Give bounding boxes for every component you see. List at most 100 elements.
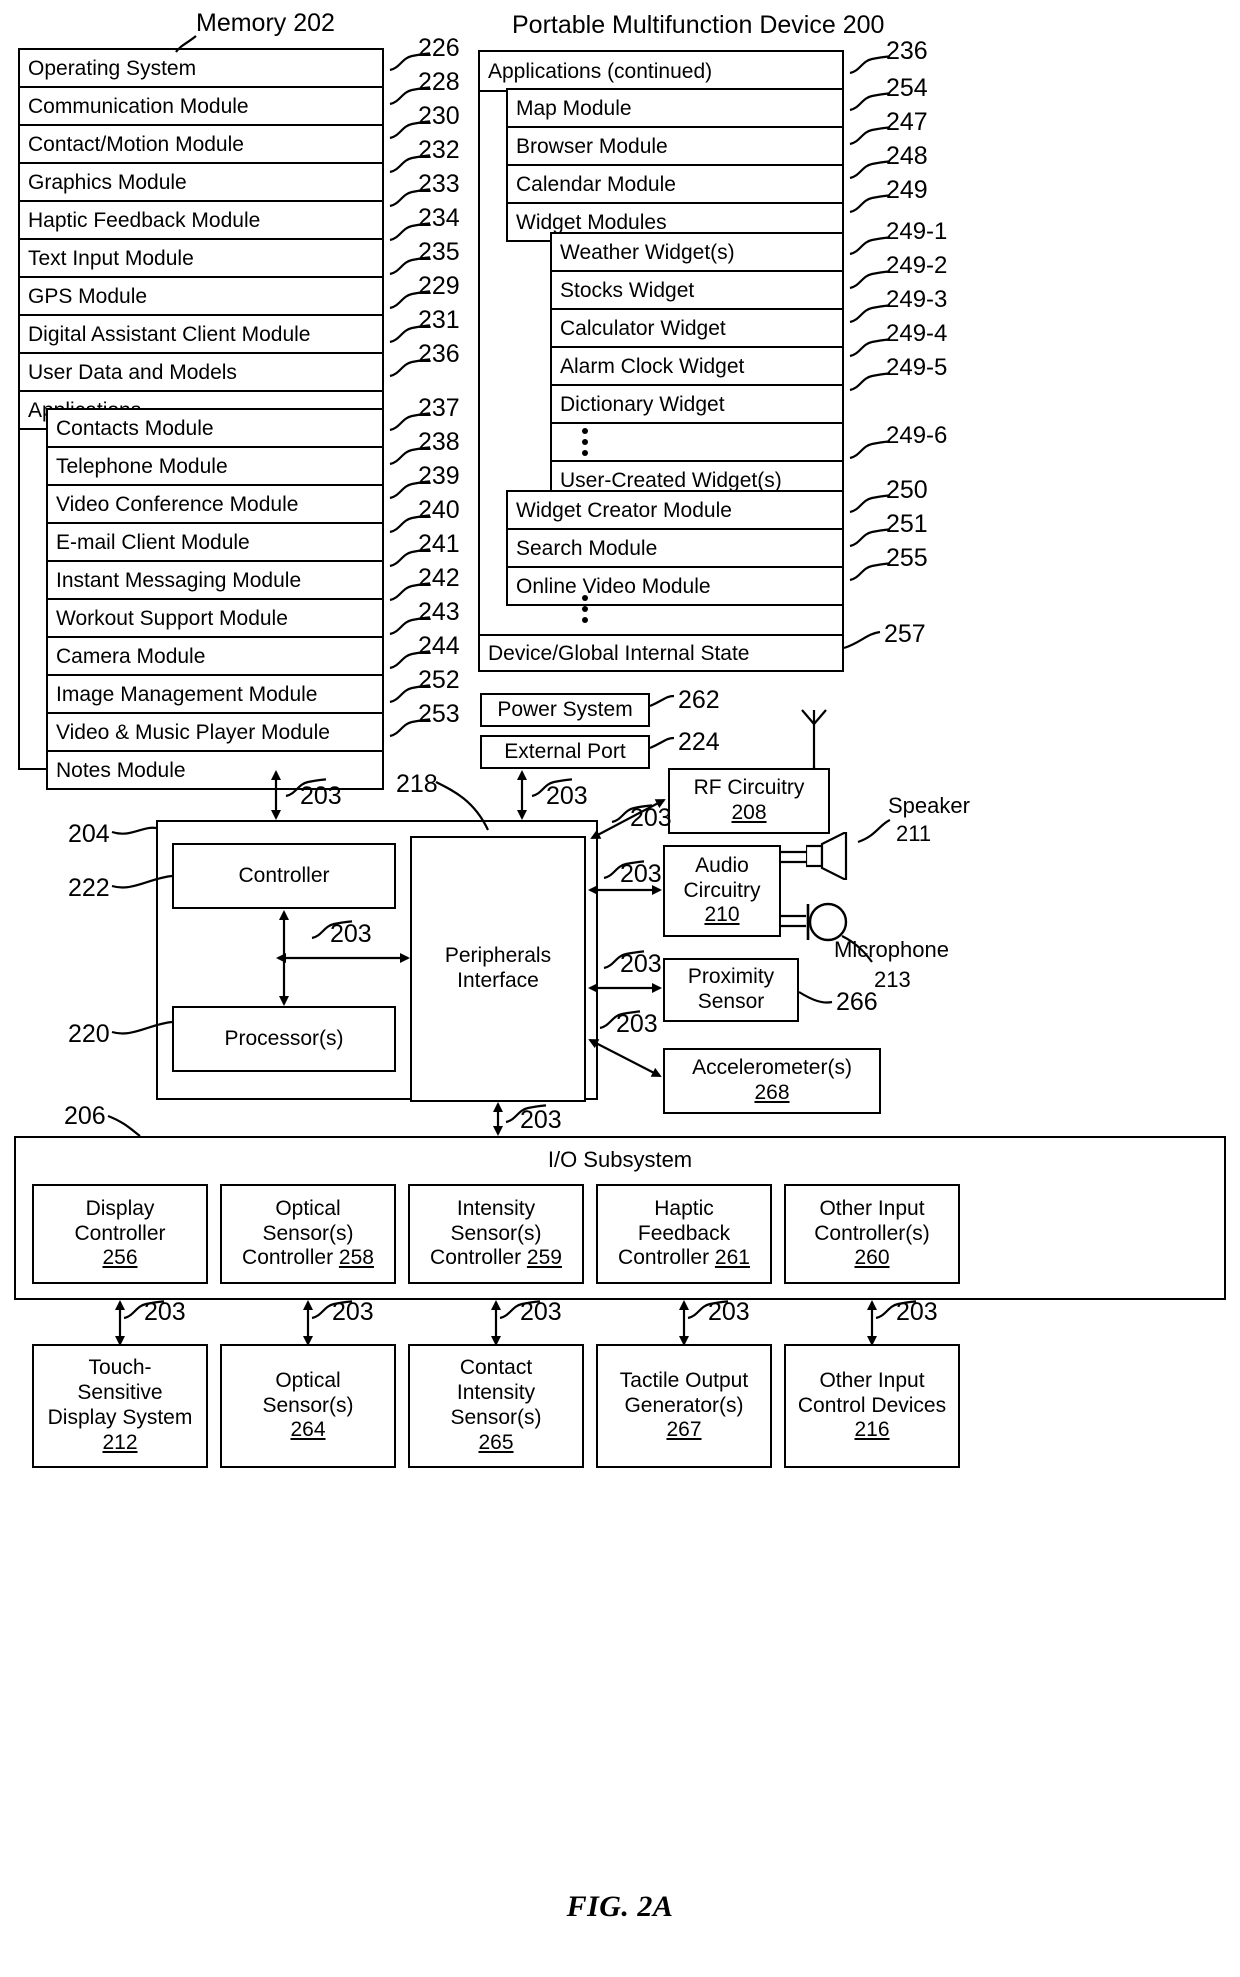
memory-module-label: Haptic Feedback Module [28, 208, 261, 232]
ref-236: 236 [418, 340, 460, 368]
io-controller-label: Sensor(s) [450, 1221, 542, 1245]
memory-module-label: Contact/Motion Module [28, 132, 244, 156]
power-system-label: Power System [497, 697, 633, 721]
ref-266: 266 [836, 988, 878, 1016]
io-controller-label: Optical [275, 1196, 341, 1220]
processors-label: Processor(s) [224, 1026, 344, 1050]
application-module-label: Workout Support Module [56, 606, 288, 630]
memory-module-label: Digital Assistant Client Module [28, 322, 311, 346]
io-device-label: Intensity [456, 1381, 536, 1405]
bus-label-203: 203 [620, 860, 662, 888]
ref-204: 204 [68, 820, 110, 848]
figure-label: FIG. 2A [566, 1890, 674, 1923]
io-device-label: Control Devices [797, 1393, 947, 1417]
proximity-sensor-label-line2: Sensor [697, 990, 765, 1013]
bus-label-203: 203 [620, 950, 662, 978]
ref-228: 228 [418, 68, 460, 96]
bus-label-203: 203 [332, 1298, 374, 1326]
widget-row: Alarm Clock Widget [550, 348, 844, 386]
device-title: Portable Multifunction Device 200 [512, 11, 885, 39]
ref-240: 240 [418, 496, 460, 524]
ref-233: 233 [418, 170, 460, 198]
io-device-box-264: Optical Sensor(s) 264 [220, 1344, 396, 1468]
device-global-internal-state-label: Device/Global Internal State [488, 641, 750, 665]
application-continued-row: Calendar Module [506, 166, 844, 204]
application-module-label: Video Conference Module [56, 492, 299, 516]
rf-circuitry-label: RF Circuitry [693, 776, 805, 800]
memory-module-label: User Data and Models [28, 360, 237, 384]
memory-module-row: Contact/Motion Module [18, 126, 384, 164]
memory-module-list: Operating System Communication Module Cont… [18, 48, 384, 430]
bus-label-203: 203 [520, 1298, 562, 1326]
audio-circuitry-number: 210 [704, 903, 740, 927]
ref-243: 243 [418, 598, 460, 626]
io-device-number: 264 [290, 1418, 326, 1442]
ref-232: 232 [418, 136, 460, 164]
io-controller-label: Intensity [456, 1196, 536, 1220]
application-module-label: Telephone Module [56, 454, 228, 478]
ref-236: 236 [886, 37, 928, 65]
application-continued-row: Widget Creator Module [506, 490, 844, 530]
io-controller-label: Feedback [637, 1221, 731, 1245]
io-device-box-216: Other Input Control Devices 216 [784, 1344, 960, 1468]
io-controller-label: Controller [74, 1221, 166, 1245]
io-device-label: Optical [275, 1368, 341, 1392]
applications-continued-header-row: Applications (continued) [478, 50, 844, 92]
ref-231: 231 [418, 306, 460, 334]
widget-label: Weather Widget(s) [560, 240, 735, 264]
speaker-number: 211 [896, 821, 932, 846]
application-module-row: Workout Support Module [46, 600, 384, 638]
ref-248: 248 [886, 142, 928, 170]
ref-249-6: 249-6 [886, 422, 948, 449]
applications-continued-tail: Widget Creator Module Search Module Online… [506, 490, 844, 606]
application-module-label: Instant Messaging Module [56, 568, 302, 592]
application-module-row: Instant Messaging Module [46, 562, 384, 600]
external-port-label: External Port [504, 739, 626, 763]
peripherals-interface-label-line2: Interface [457, 969, 539, 992]
memory-title: Memory 202 [196, 9, 335, 37]
rf-circuitry-number: 208 [731, 801, 767, 824]
ref-262: 262 [678, 686, 720, 714]
io-device-box-212: Touch- Sensitive Display System 212 [32, 1344, 208, 1468]
application-module-label: Notes Module [56, 758, 186, 782]
ref-224: 224 [678, 728, 720, 756]
io-controller-number: Controller 258 [242, 1246, 374, 1270]
patent-figure-2a: Memory 202 Portable Multifunction Device… [0, 0, 1240, 1977]
io-controller-number: 256 [102, 1246, 138, 1270]
application-continued-label: Widget Creator Module [516, 498, 732, 522]
ref-235: 235 [418, 238, 460, 266]
ref-251: 251 [886, 510, 928, 538]
memory-module-label: Communication Module [28, 94, 249, 118]
io-device-label: Contact [459, 1356, 533, 1380]
io-device-label: Sensor(s) [262, 1393, 354, 1417]
peripherals-interface-box: Peripherals Interface [410, 836, 586, 1102]
memory-module-label: Operating System [28, 56, 197, 80]
widget-label: Dictionary Widget [560, 392, 725, 416]
ref-238: 238 [418, 428, 460, 456]
io-controller-label: Controller(s) [814, 1221, 930, 1245]
application-continued-label: Calendar Module [516, 172, 676, 196]
ref-206: 206 [64, 1102, 106, 1130]
io-device-label: Sensitive [77, 1381, 163, 1405]
application-module-row: Video & Music Player Module [46, 714, 384, 752]
audio-circuitry-label-line2: Circuitry [683, 878, 761, 902]
ref-255: 255 [886, 544, 928, 572]
ref-237: 237 [418, 394, 460, 422]
application-continued-label: Widget Modules [516, 210, 667, 234]
memory-module-row: Haptic Feedback Module [18, 202, 384, 240]
ref-234: 234 [418, 204, 460, 232]
io-controller-box-261: Haptic Feedback Controller 261 [596, 1184, 772, 1284]
ref-249-5: 249-5 [886, 354, 948, 381]
widget-row: Stocks Widget [550, 272, 844, 310]
controller-label: Controller [238, 863, 330, 887]
io-controller-label: Other Input [819, 1196, 925, 1220]
io-device-number: 216 [854, 1418, 890, 1442]
bus-label-203: 203 [708, 1298, 750, 1326]
vertical-ellipsis-icon [578, 594, 592, 624]
widget-row [550, 424, 844, 462]
speaker-icon [804, 830, 860, 882]
io-controller-number: Controller 261 [618, 1246, 750, 1270]
external-port-box: External Port [480, 735, 650, 769]
ref-230: 230 [418, 102, 460, 130]
application-module-label: E-mail Client Module [56, 530, 250, 554]
